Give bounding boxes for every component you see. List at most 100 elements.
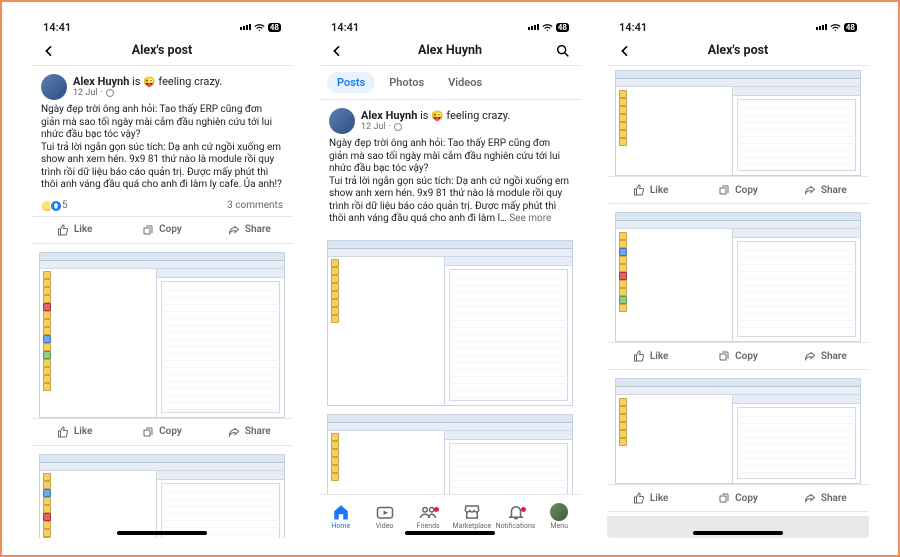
copy-button[interactable]: Copy [694, 485, 781, 511]
nav-video[interactable]: Video [363, 495, 407, 538]
search-button[interactable] [555, 36, 571, 66]
post-actions: Like Copy Share [607, 342, 869, 370]
share-button[interactable]: Share [782, 343, 869, 369]
post-actions: Like Copy Share [31, 418, 293, 446]
share-button[interactable]: Share [206, 217, 293, 243]
phone-screen-2: 14:41 48 Alex Huynh Posts Photos Videos [319, 18, 581, 538]
tab-posts[interactable]: Posts [327, 72, 375, 93]
phone-screen-3: 14:41 48 Alex's post [607, 18, 869, 538]
wifi-icon [542, 22, 553, 33]
page-title: Alex Huynh [418, 43, 482, 58]
tab-videos[interactable]: Videos [438, 72, 492, 93]
page-header: Alex Huynh [319, 36, 581, 66]
author-avatar[interactable] [41, 74, 67, 100]
share-button[interactable]: Share [782, 485, 869, 511]
back-button[interactable] [41, 36, 57, 66]
like-button[interactable]: Like [607, 177, 694, 203]
battery-indicator: 48 [844, 23, 857, 32]
like-button[interactable]: Like [607, 485, 694, 511]
post-header: Alex Huynh is 😜 feeling crazy. 12 Jul· [319, 100, 581, 136]
attached-image-erp[interactable] [327, 240, 573, 406]
profile-scroll-area[interactable]: Alex Huynh is 😜 feeling crazy. 12 Jul· N… [319, 100, 581, 538]
like-icon [57, 426, 69, 438]
reaction-icons [41, 200, 59, 212]
page-header: Alex's post [31, 36, 293, 66]
page-title: Alex's post [708, 43, 769, 58]
post-actions: Like Copy Share [607, 176, 869, 204]
chevron-left-icon [41, 43, 57, 59]
copy-icon [718, 492, 730, 504]
status-bar: 14:41 48 [31, 18, 293, 36]
like-icon [633, 184, 645, 196]
share-icon [228, 224, 240, 236]
status-time: 14:41 [43, 21, 71, 34]
like-icon [633, 350, 645, 362]
share-button[interactable]: Share [206, 419, 293, 445]
copy-icon [142, 224, 154, 236]
post-timestamp: 12 Jul· [361, 122, 510, 132]
status-bar: 14:41 48 [319, 18, 581, 36]
attached-image-erp[interactable] [39, 252, 285, 418]
tab-photos[interactable]: Photos [379, 72, 434, 93]
see-more-link[interactable]: See more [509, 213, 551, 224]
share-icon [804, 350, 816, 362]
page-header: Alex's post [607, 36, 869, 66]
like-reaction-icon [50, 200, 62, 212]
bell-icon [507, 503, 525, 521]
cellular-icon [528, 24, 539, 30]
share-icon [804, 184, 816, 196]
post-actions: Like Copy Share [31, 216, 293, 244]
post-header: Alex Huynh is 😜 feeling crazy. 12 Jul· [31, 66, 293, 102]
status-time: 14:41 [619, 21, 647, 34]
share-icon [228, 426, 240, 438]
comments-count[interactable]: 3 comments [227, 200, 283, 211]
copy-icon [142, 426, 154, 438]
like-button[interactable]: Like [607, 343, 694, 369]
globe-icon [394, 123, 402, 131]
copy-button[interactable]: Copy [694, 177, 781, 203]
copy-icon [718, 184, 730, 196]
chevron-left-icon [329, 43, 345, 59]
page-title: Alex's post [132, 43, 193, 58]
reactions-count: 5 [62, 200, 68, 211]
status-bar: 14:41 48 [607, 18, 869, 36]
notification-dot-icon [434, 507, 439, 512]
post-scroll-area[interactable]: Like Copy Share [607, 66, 869, 538]
author-line[interactable]: Alex Huynh is 😜 feeling crazy. [361, 110, 510, 123]
attached-image-erp[interactable] [615, 378, 861, 484]
back-button[interactable] [617, 36, 633, 66]
status-indicators: 48 [528, 22, 569, 33]
friends-icon [419, 503, 437, 521]
post-scroll-area[interactable]: Alex Huynh is 😜 feeling crazy. 12 Jul· N… [31, 66, 293, 538]
phone-screen-1: 14:41 48 Alex's post Alex Huynh is 😜 [31, 18, 293, 538]
copy-button[interactable]: Copy [118, 217, 205, 243]
like-icon [633, 492, 645, 504]
home-indicator [405, 531, 495, 535]
home-indicator [117, 531, 207, 535]
author-avatar[interactable] [329, 108, 355, 134]
search-icon [555, 43, 571, 59]
nav-notifications[interactable]: Notifications [494, 495, 538, 538]
reactions-row[interactable]: 5 3 comments [31, 198, 293, 216]
wifi-icon [254, 22, 265, 33]
back-button[interactable] [329, 36, 345, 66]
attached-image-erp[interactable] [615, 70, 861, 176]
menu-avatar-icon [550, 503, 568, 521]
wifi-icon [830, 22, 841, 33]
globe-icon [106, 89, 114, 97]
post-timestamp: 12 Jul· [73, 88, 222, 98]
like-button[interactable]: Like [31, 419, 118, 445]
share-button[interactable]: Share [782, 177, 869, 203]
copy-icon [718, 350, 730, 362]
copy-button[interactable]: Copy [694, 343, 781, 369]
author-line[interactable]: Alex Huynh is 😜 feeling crazy. [73, 76, 222, 89]
attached-image-erp[interactable] [39, 454, 285, 539]
copy-button[interactable]: Copy [118, 419, 205, 445]
feeling-emoji-icon: 😜 [143, 77, 155, 88]
status-indicators: 48 [240, 22, 281, 33]
like-button[interactable]: Like [31, 217, 118, 243]
attached-image-erp[interactable] [615, 212, 861, 342]
nav-menu[interactable]: Menu [537, 495, 581, 538]
post-actions: Like Copy Share [607, 484, 869, 512]
nav-home[interactable]: Home [319, 495, 363, 538]
